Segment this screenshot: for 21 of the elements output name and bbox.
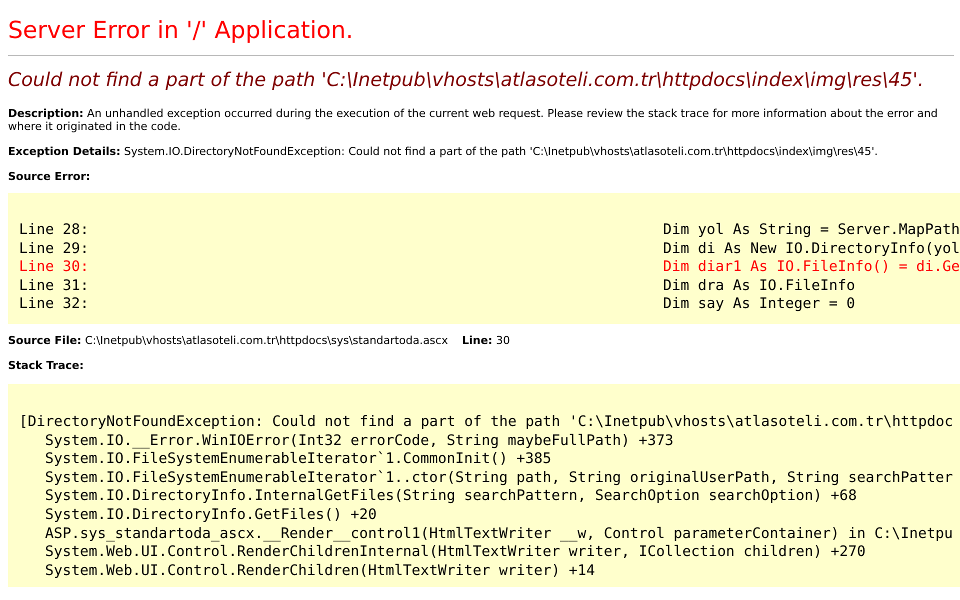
stack-trace-line: System.IO.DirectoryInfo.GetFiles() +20 bbox=[44, 506, 378, 525]
stack-trace-line: System.Web.UI.Control.RenderChildren(HtmlTextWriter writer) +14 bbox=[44, 562, 596, 580]
code-line: Line 30: Dim diar1 As IO.FileInfo() = di.Ge bbox=[19, 258, 960, 277]
code-line: Line 31: Dim dra As IO.FileInfo bbox=[19, 276, 856, 296]
error-message: Could not find a part of the path 'C:\Inetpub\vhosts\atlasoteli.com.tr\httpdocs\index\img\res\45'. bbox=[8, 69, 925, 91]
stack-trace-line: ASP.sys_standartoda_ascx.__Render__control1(HtmlTextWriter __w, Control parameterContainer) in C:\Inetpu bbox=[44, 524, 954, 544]
stack-trace-line: System.IO.__Error.WinIOError(Int32 errorCode, String maybeFullPath) +373 bbox=[44, 432, 675, 450]
stack-trace-line: System.Web.UI.Control.RenderChildrenInternal(HtmlTextWriter writer, ICollection children) +270 bbox=[44, 543, 867, 562]
page-title: Server Error in '/' Application. bbox=[8, 15, 354, 46]
description-text: Description: An unhandled exception occurred during the execution of the current web request. Please review the stack trace for more information about the error and where it originated in the code. bbox=[8, 107, 939, 133]
stack-trace-line: System.IO.FileSystemEnumerableIterator`1.CommonInit() +385 bbox=[44, 450, 552, 469]
code-line: Line 29: Dim di As New IO.DirectoryInfo(yol bbox=[19, 240, 960, 258]
section-heading: Stack Trace: bbox=[8, 358, 85, 372]
code-line: Line 32: Dim say As Integer = 0 bbox=[19, 295, 856, 314]
stack-trace-line: System.IO.DirectoryInfo.InternalGetFiles(String searchPattern, SearchOption searchOption) +68 bbox=[44, 487, 858, 506]
section-heading: Source Error: bbox=[8, 170, 92, 183]
stack-trace-line: [DirectoryNotFoundException: Could not find a part of the path 'C:\Inetpub\vhosts\atlasoteli.com.tr\httpdoc bbox=[19, 412, 954, 432]
code-line: Line 28: Dim yol As String = Server.MapPath bbox=[19, 221, 960, 240]
source-file-text: Source File: C:\Inetpub\vhosts\atlasoteli.com.tr\httpdocs\sys\standartoda.ascx Line: 30 bbox=[8, 334, 511, 347]
exception-details-text: Exception Details: System.IO.DirectoryNotFoundException: Could not find a part of the path 'C:\Inetpub\vhosts\atlasoteli.com.tr\httpdocs\index\img\res\45'. bbox=[8, 145, 879, 158]
stack-trace-line: System.IO.FileSystemEnumerableIterator`1..ctor(String path, String originalUserPath, String searchPatter bbox=[44, 468, 954, 488]
